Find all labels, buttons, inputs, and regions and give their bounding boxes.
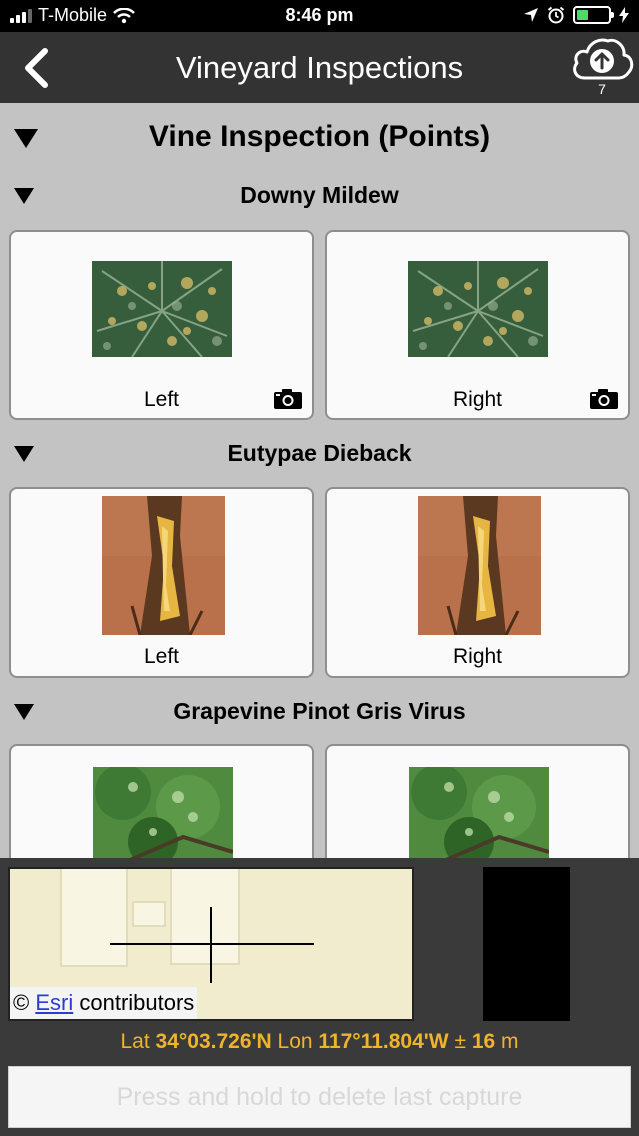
pending-upload-count: 7 — [598, 81, 606, 97]
status-right — [523, 6, 629, 24]
lat-label: Lat — [120, 1030, 150, 1053]
status-bar: T-Mobile 8:46 pm — [0, 0, 639, 32]
section-title: Grapevine Pinot Gris Virus — [173, 698, 466, 724]
gps-readout: Lat 34°03.726'N Lon 117°11.804'W ± 16 m — [0, 1030, 639, 1054]
page-title: Vineyard Inspections — [175, 50, 464, 85]
map-building — [170, 869, 240, 965]
lat-value: 34°03.726'N — [155, 1030, 272, 1053]
map-building — [60, 869, 128, 967]
map-attribution: © Esri contributors — [10, 987, 198, 1019]
lon-value: 117°11.804'W — [318, 1030, 449, 1053]
camera-preview[interactable] — [483, 867, 570, 1021]
battery-icon — [573, 6, 614, 24]
lon-label: Lon — [277, 1030, 313, 1053]
crosshair-icon — [210, 907, 212, 983]
location-arrow-icon — [524, 8, 538, 22]
pinot-gris-virus-thumbnail — [409, 767, 549, 858]
capture-panel: © Esri contributors Lat 34°03.726'N Lon … — [0, 858, 639, 1136]
photo-capture-left[interactable] — [9, 744, 314, 858]
delete-last-capture-button[interactable]: Press and hold to delete last capture — [8, 1066, 631, 1128]
photo-label-right: Right — [452, 645, 503, 668]
group-title: Vine Inspection (Points) — [148, 120, 491, 153]
map-building — [132, 901, 166, 927]
photo-label-left: Left — [143, 388, 180, 411]
upload-button[interactable]: 7 — [569, 36, 635, 98]
accuracy-value: 16 — [471, 1030, 496, 1053]
section-title: Downy Mildew — [240, 182, 399, 208]
photo-label-left: Left — [143, 645, 180, 668]
camera-icon[interactable] — [590, 389, 618, 409]
alarm-clock-icon — [547, 6, 565, 24]
accuracy-unit: m — [501, 1030, 519, 1053]
crosshair-icon — [110, 943, 314, 945]
eutypa-dieback-thumbnail — [418, 496, 541, 635]
navigation-bar: Vineyard Inspections 7 — [0, 32, 639, 103]
eutypa-dieback-thumbnail — [102, 496, 225, 635]
form-content[interactable]: Vine Inspection (Points) Downy Mildew Le… — [0, 103, 639, 858]
accuracy-prefix: ± — [454, 1030, 466, 1053]
photo-label-right: Right — [452, 388, 503, 411]
downy-mildew-thumbnail — [92, 261, 232, 357]
copyright-symbol: © — [13, 990, 30, 1015]
photo-capture-left[interactable]: Left — [9, 230, 314, 420]
camera-icon[interactable] — [274, 389, 302, 409]
downy-mildew-thumbnail — [408, 261, 548, 357]
cloud-upload-icon — [573, 38, 634, 80]
attribution-suffix: contributors — [79, 990, 195, 1015]
photo-capture-right[interactable]: Right — [325, 230, 630, 420]
pinot-gris-virus-thumbnail — [93, 767, 233, 858]
photo-capture-right[interactable] — [325, 744, 630, 858]
location-map[interactable]: © Esri contributors — [8, 867, 414, 1021]
photo-capture-right[interactable]: Right — [325, 487, 630, 678]
section-title: Eutypae Dieback — [227, 440, 412, 466]
esri-link[interactable]: Esri — [35, 990, 73, 1015]
charging-bolt-icon — [619, 7, 629, 23]
photo-capture-left[interactable]: Left — [9, 487, 314, 678]
